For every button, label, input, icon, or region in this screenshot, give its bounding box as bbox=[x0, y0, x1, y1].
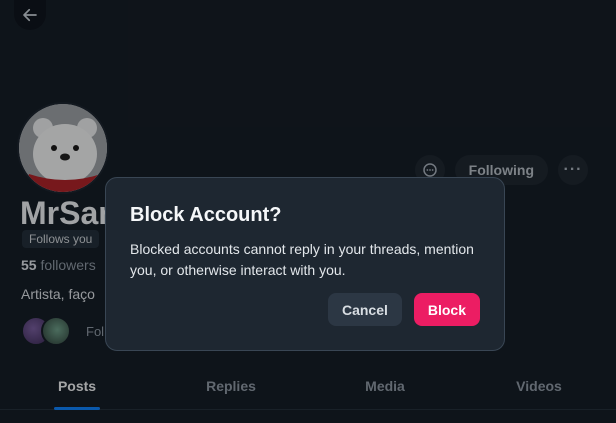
dialog-actions: Cancel Block bbox=[327, 293, 480, 326]
dialog-message: Blocked accounts cannot reply in your th… bbox=[130, 241, 474, 278]
dialog-title: Block Account? bbox=[130, 204, 282, 226]
app-window: Following ··· MrSam Follows you 55 follo… bbox=[0, 0, 616, 423]
block-button[interactable]: Block bbox=[413, 293, 480, 326]
cancel-button[interactable]: Cancel bbox=[327, 293, 402, 326]
block-account-dialog: Block Account? Blocked accounts cannot r… bbox=[105, 177, 505, 351]
